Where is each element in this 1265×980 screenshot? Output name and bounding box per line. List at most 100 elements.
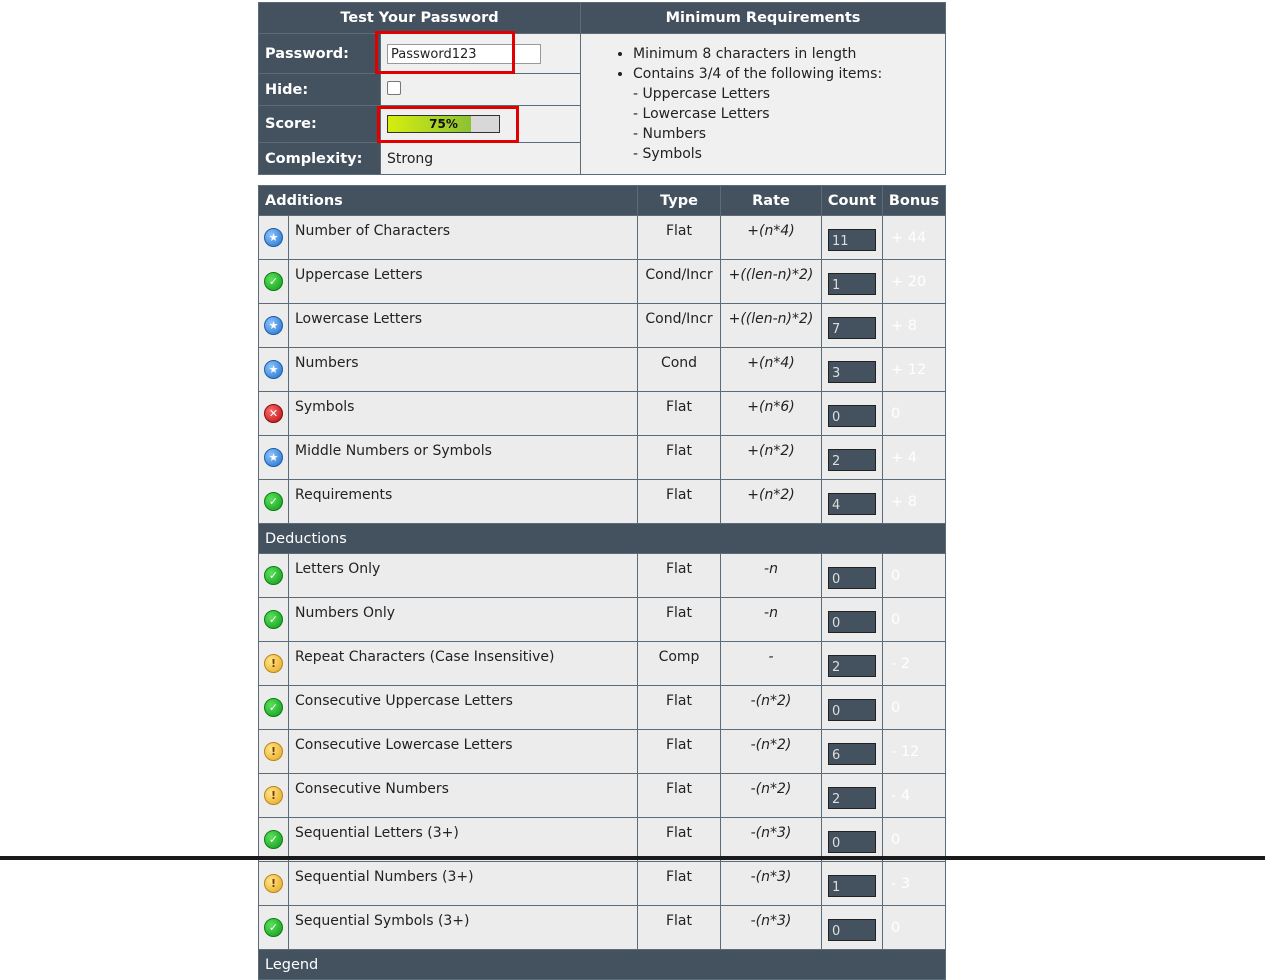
check-icon: ✓ <box>264 566 283 585</box>
row-name: Number of Characters <box>288 215 638 260</box>
password-input[interactable]: Password123 <box>387 43 541 64</box>
bonus-header: Bonus <box>882 185 946 216</box>
row-icon-cell: ✓ <box>258 553 289 598</box>
row-count-cell: 0 <box>821 553 883 598</box>
row-type: Flat <box>637 861 721 906</box>
count-field: 0 <box>828 566 876 589</box>
row-name: Consecutive Lowercase Letters <box>288 729 638 774</box>
count-header: Count <box>821 185 883 216</box>
row-bonus: + 20 <box>882 259 946 304</box>
hide-checkbox[interactable] <box>387 80 401 95</box>
row-type: Flat <box>637 905 721 950</box>
row-count-cell: 4 <box>821 479 883 524</box>
row-count-cell: 0 <box>821 817 883 862</box>
check-icon: ✓ <box>264 272 283 291</box>
table-row: ✓ Sequential Symbols (3+) Flat -(n*3) 0 0 <box>258 905 946 950</box>
row-bonus: + 4 <box>882 435 946 480</box>
count-field: 2 <box>828 448 876 471</box>
row-icon-cell: ✓ <box>258 259 289 304</box>
row-type: Cond/Incr <box>637 259 721 304</box>
warning-icon: ! <box>264 742 283 761</box>
count-field: 7 <box>828 316 876 339</box>
row-rate: +((len-n)*2) <box>720 259 822 304</box>
table-row: ! Consecutive Lowercase Letters Flat -(n*2)… <box>258 729 946 774</box>
count-field: 0 <box>828 830 876 853</box>
check-icon: ✓ <box>264 918 283 937</box>
hide-label: Hide: <box>258 73 381 106</box>
row-rate: +(n*6) <box>720 391 822 436</box>
table-row: ✓ Letters Only Flat -n 0 0 <box>258 553 946 598</box>
row-icon-cell: ★ <box>258 435 289 480</box>
row-name: Letters Only <box>288 553 638 598</box>
score-text: 75% <box>429 117 458 131</box>
row-bonus: 0 <box>882 391 946 436</box>
row-name: Uppercase Letters <box>288 259 638 304</box>
count-field: 3 <box>828 360 876 383</box>
row-rate: -n <box>720 553 822 598</box>
row-bonus: 0 <box>882 685 946 730</box>
row-bonus: + 44 <box>882 215 946 260</box>
row-bonus: 0 <box>882 553 946 598</box>
row-bonus: - 4 <box>882 773 946 818</box>
row-bonus: - 2 <box>882 641 946 686</box>
password-cell: Password123 <box>379 33 582 74</box>
row-name: Numbers <box>288 347 638 392</box>
row-count-cell: 2 <box>821 773 883 818</box>
row-name: Symbols <box>288 391 638 436</box>
row-name: Repeat Characters (Case Insensitive) <box>288 641 638 686</box>
scoring-table: Additions Type Rate Count Bonus ★ Number … <box>258 185 946 980</box>
password-test-table: Test Your Password Minimum Requirements … <box>257 2 947 175</box>
count-field: 0 <box>828 918 876 941</box>
row-rate: -(n*2) <box>720 773 822 818</box>
row-icon-cell: ★ <box>258 215 289 260</box>
row-count-cell: 3 <box>821 347 883 392</box>
sub-requirement: - Lowercase Letters <box>633 106 770 122</box>
row-bonus: + 12 <box>882 347 946 392</box>
additions-rows: ★ Number of Characters Flat +(n*4) 11 + 44 ✓ Up… <box>258 215 946 524</box>
requirements-list: Minimum 8 characters in length Contains … <box>580 33 947 175</box>
row-icon-cell: ✓ <box>258 597 289 642</box>
row-type: Cond <box>637 347 721 392</box>
row-rate: +(n*4) <box>720 215 822 260</box>
row-type: Flat <box>637 215 721 260</box>
row-rate: +(n*2) <box>720 479 822 524</box>
row-count-cell: 2 <box>821 435 883 480</box>
row-icon-cell: ✕ <box>258 391 289 436</box>
row-name: Requirements <box>288 479 638 524</box>
row-rate: -(n*2) <box>720 729 822 774</box>
count-field: 1 <box>828 874 876 897</box>
check-icon: ✓ <box>264 698 283 717</box>
row-count-cell: 0 <box>821 905 883 950</box>
row-count-cell: 1 <box>821 259 883 304</box>
row-name: Sequential Letters (3+) <box>288 817 638 862</box>
row-icon-cell: ! <box>258 861 289 906</box>
star-icon: ★ <box>264 360 283 379</box>
row-count-cell: 6 <box>821 729 883 774</box>
row-count-cell: 11 <box>821 215 883 260</box>
count-field: 2 <box>828 786 876 809</box>
count-field: 4 <box>828 492 876 515</box>
warning-icon: ! <box>264 654 283 673</box>
score-label: Score: <box>258 105 381 143</box>
count-field: 0 <box>828 404 876 427</box>
row-type: Flat <box>637 391 721 436</box>
row-bonus: 0 <box>882 905 946 950</box>
row-rate: +((len-n)*2) <box>720 303 822 348</box>
row-name: Middle Numbers or Symbols <box>288 435 638 480</box>
row-count-cell: 0 <box>821 391 883 436</box>
row-name: Sequential Symbols (3+) <box>288 905 638 950</box>
table-row: ✕ Symbols Flat +(n*6) 0 0 <box>258 391 946 436</box>
row-type: Flat <box>637 597 721 642</box>
row-name: Sequential Numbers (3+) <box>288 861 638 906</box>
row-type: Flat <box>637 479 721 524</box>
count-field: 2 <box>828 654 876 677</box>
row-count-cell: 1 <box>821 861 883 906</box>
score-bar: 75% <box>387 115 500 133</box>
row-icon-cell: ✓ <box>258 479 289 524</box>
count-field: 6 <box>828 742 876 765</box>
table-row: ✓ Numbers Only Flat -n 0 0 <box>258 597 946 642</box>
score-cell: 75% <box>379 105 582 143</box>
rate-header: Rate <box>720 185 822 216</box>
row-type: Cond/Incr <box>637 303 721 348</box>
check-icon: ✓ <box>264 830 283 849</box>
